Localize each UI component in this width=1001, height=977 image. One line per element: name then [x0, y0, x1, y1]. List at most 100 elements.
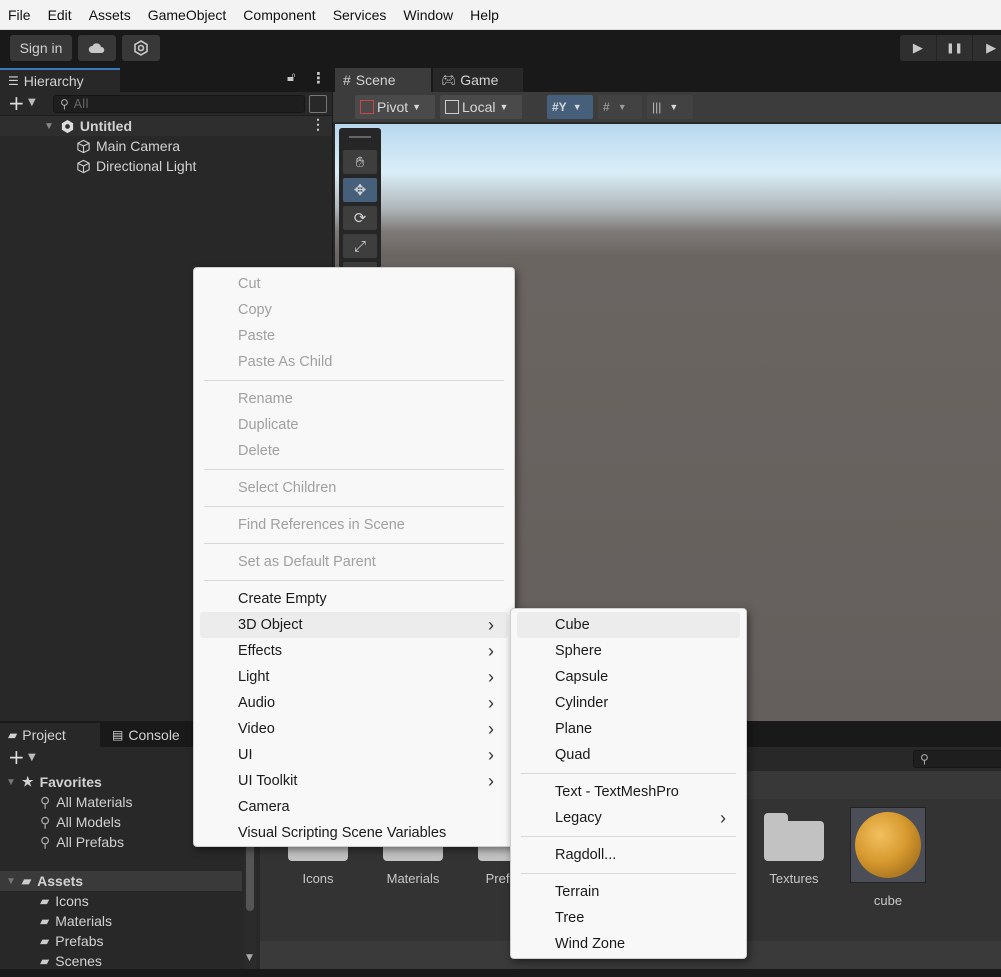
menu-services[interactable]: Services — [333, 7, 387, 23]
settings-button[interactable] — [122, 35, 160, 61]
asset-folder-item[interactable]: ▰ Icons — [40, 891, 89, 911]
menu-item-capsule[interactable]: Capsule — [517, 664, 740, 690]
menu-item-paste[interactable]: Paste — [200, 323, 508, 349]
menu-item-tree[interactable]: Tree — [517, 905, 740, 931]
more-icon[interactable]: ⋮ — [311, 69, 326, 87]
menu-item-rename[interactable]: Rename — [200, 386, 508, 412]
scene-row[interactable]: ▼ Untitled ⋮ — [0, 116, 332, 136]
tab-console[interactable]: ▤ Console — [104, 723, 200, 747]
menu-assets[interactable]: Assets — [89, 7, 131, 23]
favorite-item[interactable]: ⚲ All Materials — [40, 792, 133, 812]
asset-folder-item[interactable]: ▰ Scenes — [40, 951, 102, 971]
menu-item-text-textmeshpro[interactable]: Text - TextMeshPro — [517, 779, 740, 805]
menu-item-wind-zone[interactable]: Wind Zone — [517, 931, 740, 957]
favorite-item[interactable]: ⚲ All Prefabs — [40, 832, 124, 852]
scene-more-icon[interactable]: ⋮ — [311, 116, 325, 133]
menu-item-delete[interactable]: Delete — [200, 438, 508, 464]
ruler-icon: ||| — [652, 100, 662, 114]
drag-handle[interactable] — [349, 136, 371, 138]
tab-game-label: Game — [460, 72, 499, 88]
menu-item-cube[interactable]: Cube — [517, 612, 740, 638]
menu-window[interactable]: Window — [403, 7, 453, 23]
menu-help[interactable]: Help — [470, 7, 499, 23]
menu-gameobject[interactable]: GameObject — [148, 7, 227, 23]
hierarchy-item[interactable]: Main Camera — [76, 136, 180, 156]
add-icon[interactable]: + — [8, 91, 25, 115]
menu-item-select-children[interactable]: Select Children — [200, 475, 508, 501]
menu-item-create-empty[interactable]: Create Empty — [200, 586, 508, 612]
menu-item-label: Tree — [555, 910, 585, 926]
menu-item-video[interactable]: Video › — [200, 716, 508, 742]
menu-item-legacy[interactable]: Legacy › — [517, 805, 740, 831]
scene-visibility-icon[interactable] — [309, 95, 327, 113]
menu-item-ui[interactable]: UI › — [200, 742, 508, 768]
project-search-input[interactable]: ⚲ — [913, 750, 1001, 768]
menu-item-set-as-default-parent[interactable]: Set as Default Parent — [200, 549, 508, 575]
chevron-right-icon: › — [488, 666, 494, 687]
menu-item-sphere[interactable]: Sphere — [517, 638, 740, 664]
add-icon[interactable]: + — [8, 745, 25, 769]
menu-item-label: Paste — [238, 328, 276, 344]
grid-snap-toggle[interactable]: #Y ▼ — [547, 95, 593, 119]
scale-tool-button[interactable]: ⤢ — [343, 234, 377, 258]
menu-item-effects[interactable]: Effects › — [200, 638, 508, 664]
menu-item-light[interactable]: Light › — [200, 664, 508, 690]
menu-item-cylinder[interactable]: Cylinder — [517, 690, 740, 716]
menu-item-label: Rename — [238, 391, 293, 407]
hand-tool-button[interactable]: ✋︎ — [343, 150, 377, 174]
menu-item-label: Cube — [555, 617, 590, 633]
search-icon: ⚲ — [60, 97, 69, 111]
step-button[interactable]: ▶ — [973, 35, 1001, 61]
favorite-item[interactable]: ⚲ All Models — [40, 812, 121, 832]
menu-item-audio[interactable]: Audio › — [200, 690, 508, 716]
asset-folder-item[interactable]: ▰ Materials — [40, 911, 112, 931]
tab-scene[interactable]: # Scene — [335, 68, 431, 92]
assets-row[interactable]: ▼ ▰ Assets — [0, 871, 242, 891]
cloud-button[interactable] — [78, 35, 116, 61]
assets-label: Assets — [37, 873, 84, 889]
asset-folder-tile[interactable]: Textures — [754, 813, 834, 886]
menu-item-terrain[interactable]: Terrain — [517, 879, 740, 905]
menu-edit[interactable]: Edit — [48, 7, 72, 23]
chevron-down-icon[interactable]: ▼ — [28, 752, 36, 763]
pause-button[interactable]: ❚❚ — [937, 35, 974, 61]
menu-item-3d-object[interactable]: 3D Object › — [200, 612, 508, 638]
menu-separator — [521, 835, 736, 837]
sign-in-button[interactable]: Sign in — [10, 35, 72, 61]
menu-item-cut[interactable]: Cut — [200, 271, 508, 297]
hierarchy-item[interactable]: Directional Light — [76, 156, 196, 176]
menu-item-visual-scripting-scene-variables[interactable]: Visual Scripting Scene Variables — [200, 820, 508, 846]
increment-snap-toggle[interactable]: ||| ▼ — [647, 95, 693, 119]
menu-item-ui-toolkit[interactable]: UI Toolkit › — [200, 768, 508, 794]
asset-folder-item[interactable]: ▰ Prefabs — [40, 931, 103, 951]
rotate-tool-button[interactable]: ⟳ — [343, 206, 377, 230]
snap-settings-toggle[interactable]: # ▼ — [598, 95, 642, 119]
menu-component[interactable]: Component — [243, 7, 315, 23]
menu-item-paste-as-child[interactable]: Paste As Child — [200, 349, 508, 375]
tab-game[interactable]: 🎮︎ Game — [433, 68, 523, 92]
menu-item-copy[interactable]: Copy — [200, 297, 508, 323]
local-dropdown[interactable]: Local ▼ — [440, 95, 522, 119]
pivot-label: Pivot — [377, 99, 409, 115]
asset-material-tile[interactable]: cube — [848, 807, 928, 908]
move-tool-button[interactable]: ✥ — [343, 178, 377, 202]
menu-item-ragdoll[interactable]: Ragdoll... — [517, 842, 740, 868]
console-icon: ▤ — [112, 728, 124, 742]
tab-hierarchy[interactable]: ☰ Hierarchy — [0, 68, 120, 92]
play-button[interactable]: ▶ — [900, 35, 937, 61]
expand-arrow-icon[interactable]: ▼ — [44, 121, 54, 132]
hierarchy-search-input[interactable]: ⚲ All — [53, 95, 305, 113]
pivot-dropdown[interactable]: Pivot ▼ — [355, 95, 435, 119]
menu-item-quad[interactable]: Quad — [517, 742, 740, 768]
scroll-down-icon[interactable]: ▼ — [246, 953, 253, 963]
tab-project[interactable]: ▰ Project — [0, 723, 100, 747]
menu-file[interactable]: File — [8, 7, 31, 23]
menu-item-plane[interactable]: Plane — [517, 716, 740, 742]
menu-item-duplicate[interactable]: Duplicate — [200, 412, 508, 438]
lock-icon[interactable]: 🔓︎ — [287, 70, 295, 85]
favorites-row[interactable]: ▼ ★ Favorites — [6, 772, 102, 792]
chevron-down-icon[interactable]: ▼ — [28, 97, 36, 108]
folder-icon: ▰ — [40, 954, 50, 968]
menu-item-camera[interactable]: Camera — [200, 794, 508, 820]
menu-item-find-references-in-scene[interactable]: Find References in Scene — [200, 512, 508, 538]
